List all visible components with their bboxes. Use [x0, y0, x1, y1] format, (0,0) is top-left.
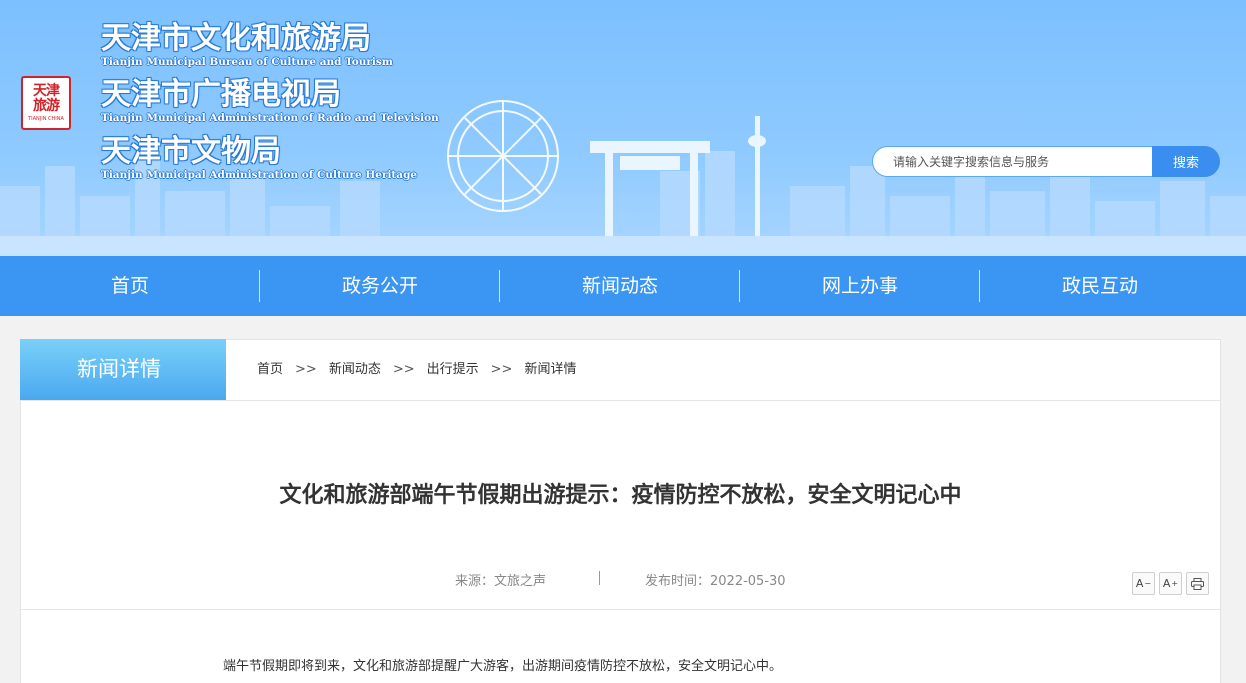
nav-item-interaction[interactable]: 政民互动	[980, 256, 1220, 316]
org-culture-heritage: 天津市文物局 Tianjin Municipal Administration …	[101, 135, 417, 182]
nav-item-home[interactable]: 首页	[0, 256, 260, 316]
seal-line2: 旅游	[33, 98, 60, 114]
breadcrumb-separator: >>	[392, 362, 415, 377]
breadcrumb-home[interactable]: 首页	[257, 340, 283, 400]
font-decrease-label: A	[1135, 577, 1144, 590]
print-button[interactable]	[1186, 572, 1209, 595]
org-culture-tourism: 天津市文化和旅游局 Tianjin Municipal Bureau of Cu…	[101, 22, 393, 69]
article-title: 文化和旅游部端午节假期出游提示：疫情防控不放松，安全文明记心中	[279, 483, 962, 508]
nav-item-news[interactable]: 新闻动态	[500, 256, 740, 316]
breadcrumb-separator: >>	[295, 362, 317, 377]
nav-label: 新闻动态	[581, 275, 658, 297]
org-name-en: Tianjin Municipal Administration of Radi…	[101, 112, 439, 124]
nav-label: 网上办事	[821, 275, 898, 297]
org-radio-tv: 天津市广播电视局 Tianjin Municipal Administratio…	[101, 78, 439, 125]
org-name-en: Tianjin Municipal Administration of Cult…	[101, 169, 418, 181]
org-name-en: Tianjin Municipal Bureau of Culture and …	[101, 56, 393, 68]
article-panel: 新闻详情 首页 >> 新闻动态 >> 出行提示 >> 新闻详情 文化和旅游部端午…	[20, 339, 1221, 683]
breadcrumb-separator: >>	[490, 362, 513, 377]
search-bar: 搜索	[872, 146, 1220, 177]
nav-item-online-services[interactable]: 网上办事	[740, 256, 980, 316]
breadcrumb-news[interactable]: 新闻动态	[329, 340, 381, 400]
nav-item-gov-affairs[interactable]: 政务公开	[260, 256, 500, 316]
breadcrumb-travel-tips[interactable]: 出行提示	[427, 340, 479, 400]
seal-line1: 天津	[33, 83, 60, 99]
seal-caption: TIANJIN CHINA	[28, 116, 64, 122]
nav-label: 政务公开	[341, 275, 418, 297]
article-tools: A − A +	[1132, 572, 1213, 595]
article-paragraph: 端午节假期即将到来，文化和旅游部提醒广大游客，出游期间疫情防控不放松，安全文明记…	[223, 659, 783, 674]
search-input[interactable]	[872, 146, 1152, 177]
panel-header: 新闻详情 首页 >> 新闻动态 >> 出行提示 >> 新闻详情	[20, 339, 1220, 401]
site-header: 天津 旅游 TIANJIN CHINA 天津市文化和旅游局 Tianjin Mu…	[0, 0, 1246, 256]
breadcrumb: 首页 >> 新闻动态 >> 出行提示 >> 新闻详情	[257, 340, 576, 400]
org-name-cn: 天津市文物局	[101, 134, 281, 169]
nav-label: 首页	[110, 275, 149, 297]
main-nav: 首页 政务公开 新闻动态 网上办事 政民互动	[0, 256, 1246, 316]
breadcrumb-current: 新闻详情	[524, 362, 577, 377]
font-increase-label: A	[1162, 577, 1171, 590]
print-icon	[1191, 577, 1204, 590]
org-name-cn: 天津市广播电视局	[101, 77, 341, 112]
font-decrease-button[interactable]: A −	[1132, 572, 1155, 595]
search-button[interactable]: 搜索	[1152, 146, 1220, 177]
article-source: 来源：文旅之声	[455, 574, 547, 589]
page: 天津 旅游 TIANJIN CHINA 天津市文化和旅游局 Tianjin Mu…	[0, 0, 1246, 683]
meta-divider	[599, 571, 600, 585]
org-name-cn: 天津市文化和旅游局	[101, 21, 371, 56]
article-date: 发布时间：2022-05-30	[645, 574, 786, 589]
font-increase-button[interactable]: A +	[1159, 572, 1182, 595]
logo-seal[interactable]: 天津 旅游 TIANJIN CHINA	[21, 76, 71, 130]
section-tab: 新闻详情	[20, 339, 226, 400]
content-divider	[21, 609, 1220, 610]
nav-label: 政民互动	[1061, 275, 1138, 297]
